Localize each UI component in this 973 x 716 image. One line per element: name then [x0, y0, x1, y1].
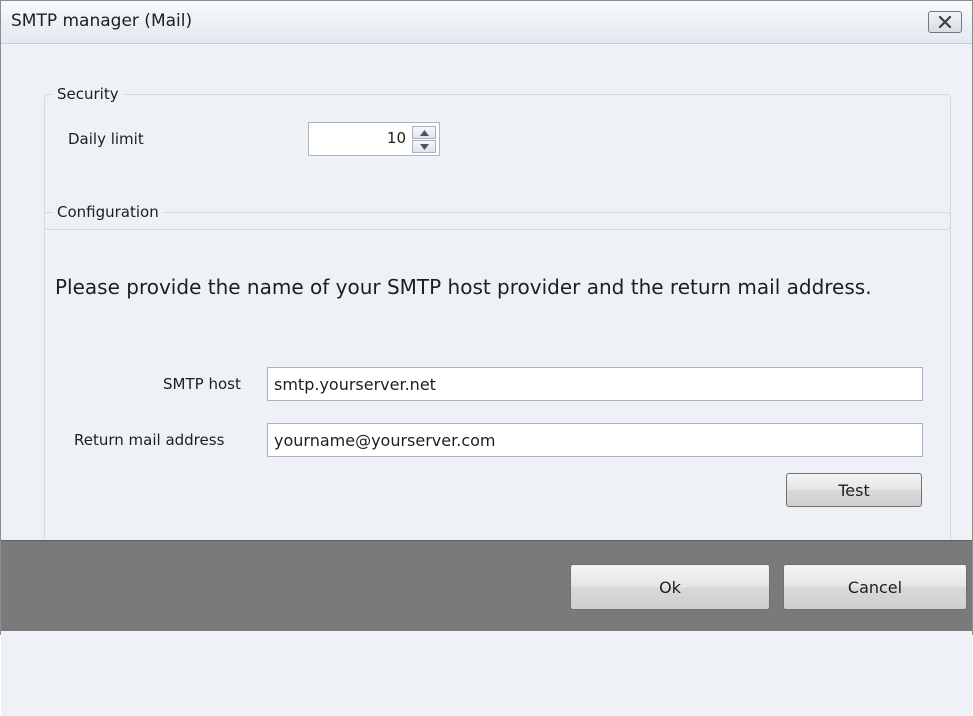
ok-button-label: Ok: [659, 577, 681, 597]
close-icon: [938, 16, 952, 28]
arrow-up-icon: [419, 129, 429, 136]
smtp-manager-dialog: SMTP manager (Mail) Security Daily limit…: [0, 0, 973, 716]
ok-button[interactable]: Ok: [570, 564, 770, 610]
spin-down-button[interactable]: [412, 140, 436, 153]
return-mail-label: Return mail address: [74, 431, 225, 449]
daily-limit-label: Daily limit: [68, 130, 144, 148]
return-mail-input[interactable]: [267, 423, 923, 457]
arrow-down-icon: [419, 143, 429, 150]
title-bar: SMTP manager (Mail): [1, 1, 972, 44]
smtp-host-input[interactable]: [267, 367, 923, 401]
daily-limit-value: 10: [386, 129, 406, 147]
security-legend: Security: [57, 85, 119, 103]
cancel-button[interactable]: Cancel: [783, 564, 967, 610]
dialog-footer: Ok Cancel: [1, 540, 972, 631]
test-button[interactable]: Test: [786, 473, 922, 507]
test-button-label: Test: [838, 480, 870, 500]
daily-limit-spinbox[interactable]: 10: [308, 122, 440, 156]
configuration-description: Please provide the name of your SMTP hos…: [55, 275, 872, 299]
spin-up-button[interactable]: [412, 126, 436, 139]
close-button[interactable]: [928, 11, 962, 33]
cancel-button-label: Cancel: [847, 577, 903, 597]
window-title: SMTP manager (Mail): [11, 11, 193, 31]
configuration-legend: Configuration: [57, 203, 159, 221]
smtp-host-label: SMTP host: [163, 375, 241, 393]
